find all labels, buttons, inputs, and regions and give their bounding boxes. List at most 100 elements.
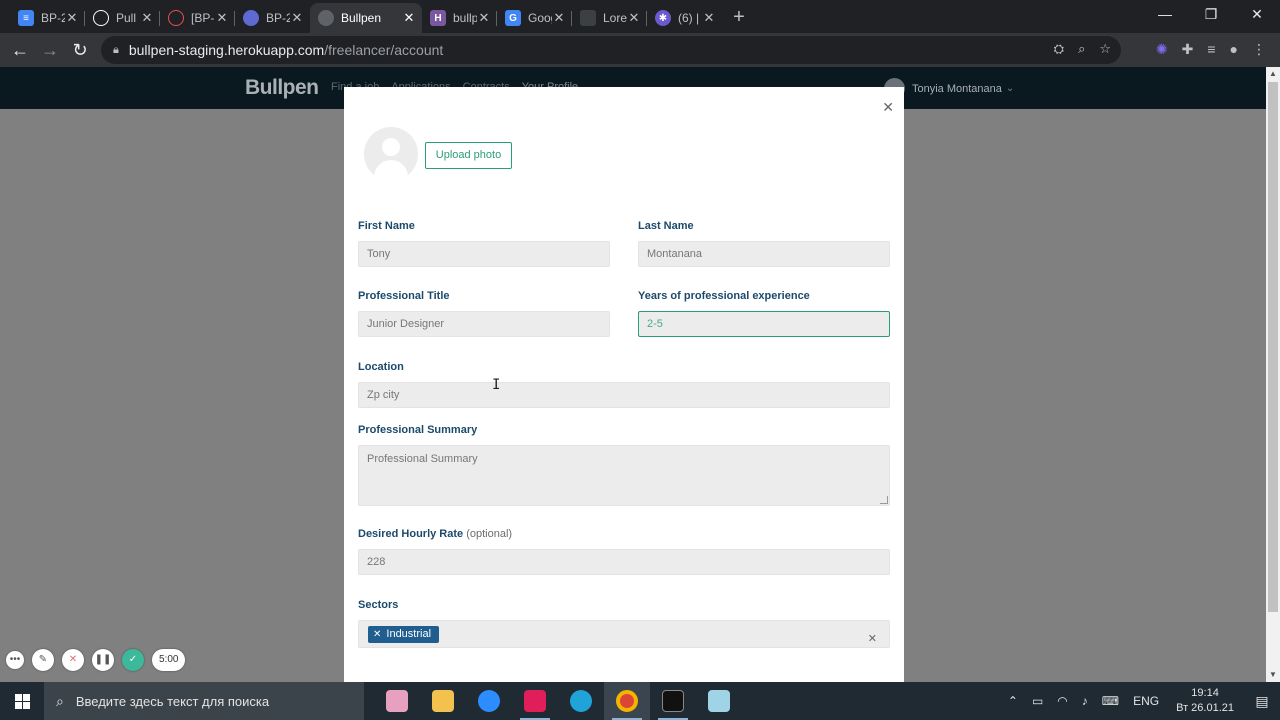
translate-icon[interactable]: ⛭ xyxy=(1054,41,1064,57)
last-name-label: Last Name xyxy=(638,220,694,232)
docs-icon: ≡ xyxy=(18,10,34,26)
remove-tag-icon[interactable]: ✕ xyxy=(373,629,381,640)
browser-tab-active[interactable]: Bullpen ✕ xyxy=(310,3,422,33)
cancel-recording-icon[interactable]: ✕ xyxy=(62,649,84,671)
taskbar-app[interactable] xyxy=(466,682,512,720)
star-icon[interactable]: ☆ xyxy=(1099,41,1111,57)
close-icon[interactable]: ✕ xyxy=(290,10,304,26)
scroll-up-icon[interactable]: ▲ xyxy=(1266,67,1280,81)
language-indicator[interactable]: ENG xyxy=(1133,694,1159,708)
hourly-rate-label: Desired Hourly Rate (optional) xyxy=(358,528,512,540)
browser-tab[interactable]: G Google Пе ✕ xyxy=(497,3,572,33)
heroku-icon: H xyxy=(430,10,446,26)
new-tab-button[interactable]: + xyxy=(724,3,754,33)
browser-tab[interactable]: [BP-219] A ✕ xyxy=(160,3,235,33)
zoom-app-icon xyxy=(478,690,500,712)
summary-label: Professional Summary xyxy=(358,424,478,436)
upload-photo-button[interactable]: Upload photo xyxy=(425,142,512,169)
sector-tag[interactable]: ✕ Industrial xyxy=(368,626,440,643)
summary-textarea[interactable]: Professional Summary xyxy=(358,445,890,506)
sectors-select[interactable]: ✕ Industrial ✕ xyxy=(358,620,890,648)
page-scrollbar[interactable]: ▲ ▼ xyxy=(1266,67,1280,682)
draw-icon[interactable]: ✎ xyxy=(32,649,54,671)
close-icon[interactable]: ✕ xyxy=(140,10,154,26)
site-logo[interactable]: Bullpen xyxy=(245,76,319,100)
minimize-icon[interactable]: — xyxy=(1142,0,1188,30)
avatar-head xyxy=(382,138,400,156)
close-window-icon[interactable]: ✕ xyxy=(1234,0,1280,30)
browser-tab[interactable]: BP-219 All ✕ xyxy=(235,3,310,33)
omnibox-actions: ⛭ ⌕ ☆ xyxy=(1054,41,1111,57)
taskbar-app[interactable] xyxy=(512,682,558,720)
taskbar-app[interactable] xyxy=(650,682,696,720)
pause-icon[interactable]: ❚❚ xyxy=(92,649,114,671)
address-bar[interactable]: 🔒︎ bullpen-staging.herokuapp.com/freelan… xyxy=(101,36,1121,64)
browser-tab[interactable]: ✱ (6) | Bullpe ✕ xyxy=(647,3,722,33)
tab-title: [BP-219] A xyxy=(191,11,215,25)
extension-icon[interactable]: ✺ xyxy=(1156,41,1168,58)
edit-profile-modal: ✕ Upload photo First Name Tony Last Name… xyxy=(344,87,904,682)
back-icon[interactable]: ← xyxy=(5,40,35,61)
close-icon[interactable]: ✕ xyxy=(552,10,566,26)
user-name: Tonyia Montanana xyxy=(912,82,1002,95)
first-name-field[interactable]: Tony xyxy=(358,241,610,267)
recording-timer: 5:00 xyxy=(152,649,186,671)
taskbar-app[interactable] xyxy=(558,682,604,720)
experience-label: Years of professional experience xyxy=(638,290,810,302)
reload-icon[interactable]: ↻ xyxy=(65,40,95,61)
keyboard-icon[interactable]: ⌨ xyxy=(1102,694,1119,708)
scroll-down-icon[interactable]: ▼ xyxy=(1266,668,1280,682)
windows-taskbar: ⌕ Введите здесь текст для поиска ⌃ ▭ ◠ ♪… xyxy=(0,682,1280,720)
browser-tab[interactable]: Pull reque ✕ xyxy=(85,3,160,33)
optional-note: (optional) xyxy=(466,528,513,540)
close-icon[interactable]: ✕ xyxy=(215,10,229,26)
clock-date: Вт 26.01.21 xyxy=(1176,702,1234,714)
zoom-icon[interactable]: ⌕ xyxy=(1078,41,1085,57)
browser-tab[interactable]: ≡ BP-227 Up ✕ xyxy=(10,3,85,33)
scrollbar-thumb[interactable] xyxy=(1268,82,1278,612)
restore-icon[interactable]: ❐ xyxy=(1188,0,1234,30)
last-name-field[interactable]: Montanana xyxy=(638,241,890,267)
close-icon[interactable]: ✕ xyxy=(477,10,491,26)
professional-title-field[interactable]: Junior Designer xyxy=(358,311,610,337)
resize-handle-icon[interactable] xyxy=(880,496,888,504)
notifications-icon[interactable]: ▤ xyxy=(1244,693,1280,710)
volume-icon[interactable]: ♪ xyxy=(1082,694,1088,708)
wifi-icon[interactable]: ◠ xyxy=(1057,694,1067,708)
profile-icon[interactable]: ● xyxy=(1230,41,1238,58)
start-button[interactable] xyxy=(0,682,44,720)
taskbar-app[interactable] xyxy=(420,682,466,720)
experience-field[interactable]: 2-5 xyxy=(638,311,890,337)
close-icon[interactable]: ✕ xyxy=(627,10,641,26)
close-icon[interactable]: ✕ xyxy=(65,10,79,26)
browser-tab[interactable]: Lorem Ipsu ✕ xyxy=(572,3,647,33)
text-cursor-icon: I xyxy=(492,377,501,393)
system-tray: ⌃ ▭ ◠ ♪ ⌨ ENG 19:14 Вт 26.01.21 ▤ xyxy=(1001,682,1280,720)
taskbar-app[interactable] xyxy=(374,682,420,720)
terminal-icon xyxy=(662,690,684,712)
globe-icon xyxy=(318,10,334,26)
playlist-icon[interactable]: ≡ xyxy=(1207,41,1215,58)
close-icon[interactable]: ✕ xyxy=(402,10,416,26)
edge-icon xyxy=(570,690,592,712)
chevron-up-icon[interactable]: ⌃ xyxy=(1008,694,1018,708)
finish-recording-icon[interactable]: ✓ xyxy=(122,649,144,671)
close-icon[interactable]: ✕ xyxy=(702,10,716,26)
browser-tab[interactable]: H bullpen-sta ✕ xyxy=(422,3,497,33)
clear-icon[interactable]: ✕ xyxy=(868,627,877,651)
puzzle-icon[interactable]: ✚ xyxy=(1182,41,1194,58)
location-field[interactable]: Zp city xyxy=(358,382,890,408)
taskbar-app[interactable] xyxy=(604,682,650,720)
menu-icon[interactable]: ⋮ xyxy=(1252,41,1266,58)
notes-icon xyxy=(708,690,730,712)
more-icon[interactable]: ••• xyxy=(6,651,24,669)
close-icon[interactable]: ✕ xyxy=(882,99,894,116)
battery-icon[interactable]: ▭ xyxy=(1032,694,1043,708)
tab-title: Bullpen xyxy=(341,11,382,25)
forward-icon[interactable]: → xyxy=(35,40,65,61)
clock[interactable]: 19:14 Вт 26.01.21 xyxy=(1176,686,1234,716)
taskbar-search[interactable]: ⌕ Введите здесь текст для поиска xyxy=(44,682,364,720)
sector-tag-label: Industrial xyxy=(386,628,432,640)
hourly-rate-field[interactable]: 228 xyxy=(358,549,890,575)
taskbar-app[interactable] xyxy=(696,682,742,720)
